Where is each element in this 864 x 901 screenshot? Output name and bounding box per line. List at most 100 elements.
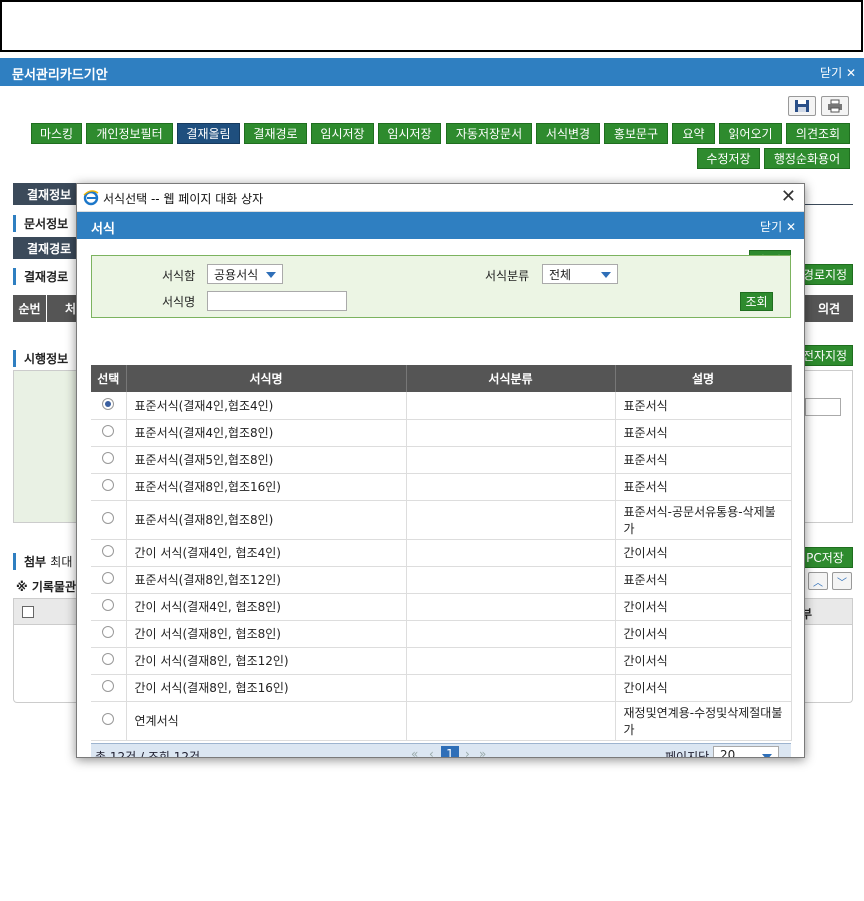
col-partial-header: 처 <box>47 295 77 322</box>
row-form-name: 간이 서식(결재4인, 협조4인) <box>126 539 407 567</box>
dropdown-arrow-icon <box>601 272 611 278</box>
table-row[interactable]: 표준서식(결재8인,협조16인) 표준서식 <box>91 473 792 501</box>
row-radio[interactable] <box>102 626 115 638</box>
row-desc: 표준서식 <box>615 419 792 447</box>
row-radio[interactable] <box>102 512 115 524</box>
submit-approval-button[interactable]: 결재올림 <box>177 123 240 144</box>
form-box-select[interactable]: 공용서식 <box>207 264 283 284</box>
row-category <box>406 473 616 501</box>
row-select-cell[interactable] <box>91 620 127 648</box>
move-down-button[interactable]: ﹀ <box>832 572 852 590</box>
form-class-select[interactable]: 전체 <box>542 264 618 284</box>
main-close-button[interactable]: 닫기 ✕ <box>820 64 856 81</box>
tab-approval-path[interactable]: 결재경로 <box>13 237 83 259</box>
form-list-table: 선택 서식명 서식분류 설명 표준서식(결재4인,협조4인) 표준서식 표준서식(결… <box>91 365 792 741</box>
page-current[interactable]: 1 <box>441 746 459 757</box>
row-desc: 간이서식 <box>615 620 792 648</box>
masking-button[interactable]: 마스킹 <box>31 123 82 144</box>
row-radio[interactable] <box>102 479 115 491</box>
col-order-header: 순번 <box>13 295 46 322</box>
dialog-close-button[interactable]: 닫기 ✕ <box>760 218 796 235</box>
table-row[interactable]: 연계서식 재정및연계용-수정및삭제절대불가 <box>91 701 792 741</box>
row-radio[interactable] <box>102 397 115 410</box>
row-radio[interactable] <box>102 680 115 692</box>
prev-page-icon[interactable]: ‹ <box>429 747 434 757</box>
row-select-cell[interactable] <box>91 566 127 594</box>
exec-info-input[interactable] <box>805 398 841 416</box>
dropdown-arrow-icon <box>266 272 276 278</box>
dialog-header-title: 서식 <box>91 222 115 237</box>
table-row[interactable]: 표준서식(결재4인,협조4인) 표준서식 <box>91 392 792 420</box>
opinion-inquiry-button[interactable]: 의견조회 <box>786 123 850 144</box>
load-button[interactable]: 읽어오기 <box>719 123 782 144</box>
first-page-icon[interactable]: « <box>411 747 418 757</box>
row-select-cell[interactable] <box>91 647 127 675</box>
row-category <box>406 566 616 594</box>
ie-browser-icon <box>83 190 99 206</box>
form-name-input[interactable] <box>207 291 347 311</box>
row-radio[interactable] <box>102 452 115 464</box>
records-note: ※ 기록물관 <box>16 580 77 594</box>
form-box-select-value: 공용서식 <box>214 267 259 282</box>
table-row[interactable]: 표준서식(결재8인,협조8인) 표준서식-공문서유통용-삭제불가 <box>91 500 792 540</box>
dialog-window-close-icon[interactable]: ✕ <box>781 186 796 207</box>
row-select-cell[interactable] <box>91 419 127 447</box>
row-category <box>406 620 616 648</box>
pc-save-button[interactable]: PC저장 <box>797 547 853 568</box>
row-select-cell[interactable] <box>91 446 127 474</box>
admin-terms-button[interactable]: 행정순화용어 <box>764 148 850 169</box>
auto-saved-docs-button[interactable]: 자동저장문서 <box>446 123 532 144</box>
row-radio[interactable] <box>102 653 115 665</box>
table-row[interactable]: 간이 서식(결재4인, 협조8인) 간이서식 <box>91 593 792 621</box>
move-up-button[interactable]: ︿ <box>808 572 828 590</box>
path-set-button[interactable]: 경로지정 <box>797 264 853 285</box>
form-name-label: 서식명 <box>162 295 196 309</box>
row-radio[interactable] <box>102 713 115 725</box>
next-page-icon[interactable]: › <box>465 747 470 757</box>
summary-button[interactable]: 요약 <box>672 123 715 144</box>
top-blank-area <box>0 0 863 52</box>
row-select-cell[interactable] <box>91 593 127 621</box>
row-select-cell[interactable] <box>91 392 127 420</box>
row-form-name: 표준서식(결재5인,협조8인) <box>126 446 407 474</box>
table-row[interactable]: 표준서식(결재4인,협조8인) 표준서식 <box>91 419 792 447</box>
table-row[interactable]: 표준서식(결재5인,협조8인) 표준서식 <box>91 446 792 474</box>
attach-select-all-checkbox[interactable] <box>22 606 34 618</box>
row-select-cell[interactable] <box>91 539 127 567</box>
row-select-cell[interactable] <box>91 674 127 702</box>
row-desc: 재정및연계용-수정및삭제절대불가 <box>615 701 792 741</box>
recipient-set-button[interactable]: 전자지정 <box>797 345 853 366</box>
change-form-button[interactable]: 서식변경 <box>536 123 600 144</box>
row-radio[interactable] <box>102 425 115 437</box>
table-row[interactable]: 간이 서식(결재8인, 협조8인) 간이서식 <box>91 620 792 648</box>
promo-phrase-button[interactable]: 홍보문구 <box>604 123 668 144</box>
temp-save-button-2[interactable]: 임시저장 <box>378 123 441 144</box>
dropdown-arrow-icon <box>762 754 772 757</box>
approval-path-button[interactable]: 결재경로 <box>244 123 307 144</box>
edit-save-button[interactable]: 수정저장 <box>697 148 760 169</box>
search-button[interactable]: 조회 <box>740 292 773 311</box>
row-form-name: 간이 서식(결재8인, 협조12인) <box>126 647 407 675</box>
per-page-label: 페이지당 <box>665 750 710 758</box>
table-row[interactable]: 간이 서식(결재4인, 협조4인) 간이서식 <box>91 539 792 567</box>
table-row[interactable]: 표준서식(결재8인,협조12인) 표준서식 <box>91 566 792 594</box>
per-page-select[interactable]: 20 <box>713 746 779 757</box>
row-select-cell[interactable] <box>91 701 127 741</box>
row-radio[interactable] <box>102 572 115 584</box>
table-row[interactable]: 간이 서식(결재8인, 협조12인) 간이서식 <box>91 647 792 675</box>
row-form-name: 표준서식(결재4인,협조8인) <box>126 419 407 447</box>
print-icon-button[interactable] <box>821 96 849 116</box>
temp-save-button-1[interactable]: 임시저장 <box>311 123 374 144</box>
row-select-cell[interactable] <box>91 500 127 540</box>
row-desc: 표준서식 <box>615 392 792 420</box>
save-icon-button[interactable] <box>788 96 816 116</box>
exec-info-label: 시행정보 <box>13 350 68 367</box>
row-radio[interactable] <box>102 545 115 557</box>
table-row[interactable]: 간이 서식(결재8인, 협조16인) 간이서식 <box>91 674 792 702</box>
row-select-cell[interactable] <box>91 473 127 501</box>
last-page-icon[interactable]: » <box>479 747 486 757</box>
row-radio[interactable] <box>102 599 115 611</box>
main-window-header: 문서관리카드기안 닫기 ✕ <box>0 58 864 86</box>
tab-approval-info[interactable]: 결재정보 <box>13 183 83 205</box>
privacy-filter-button[interactable]: 개인정보필터 <box>86 123 173 144</box>
